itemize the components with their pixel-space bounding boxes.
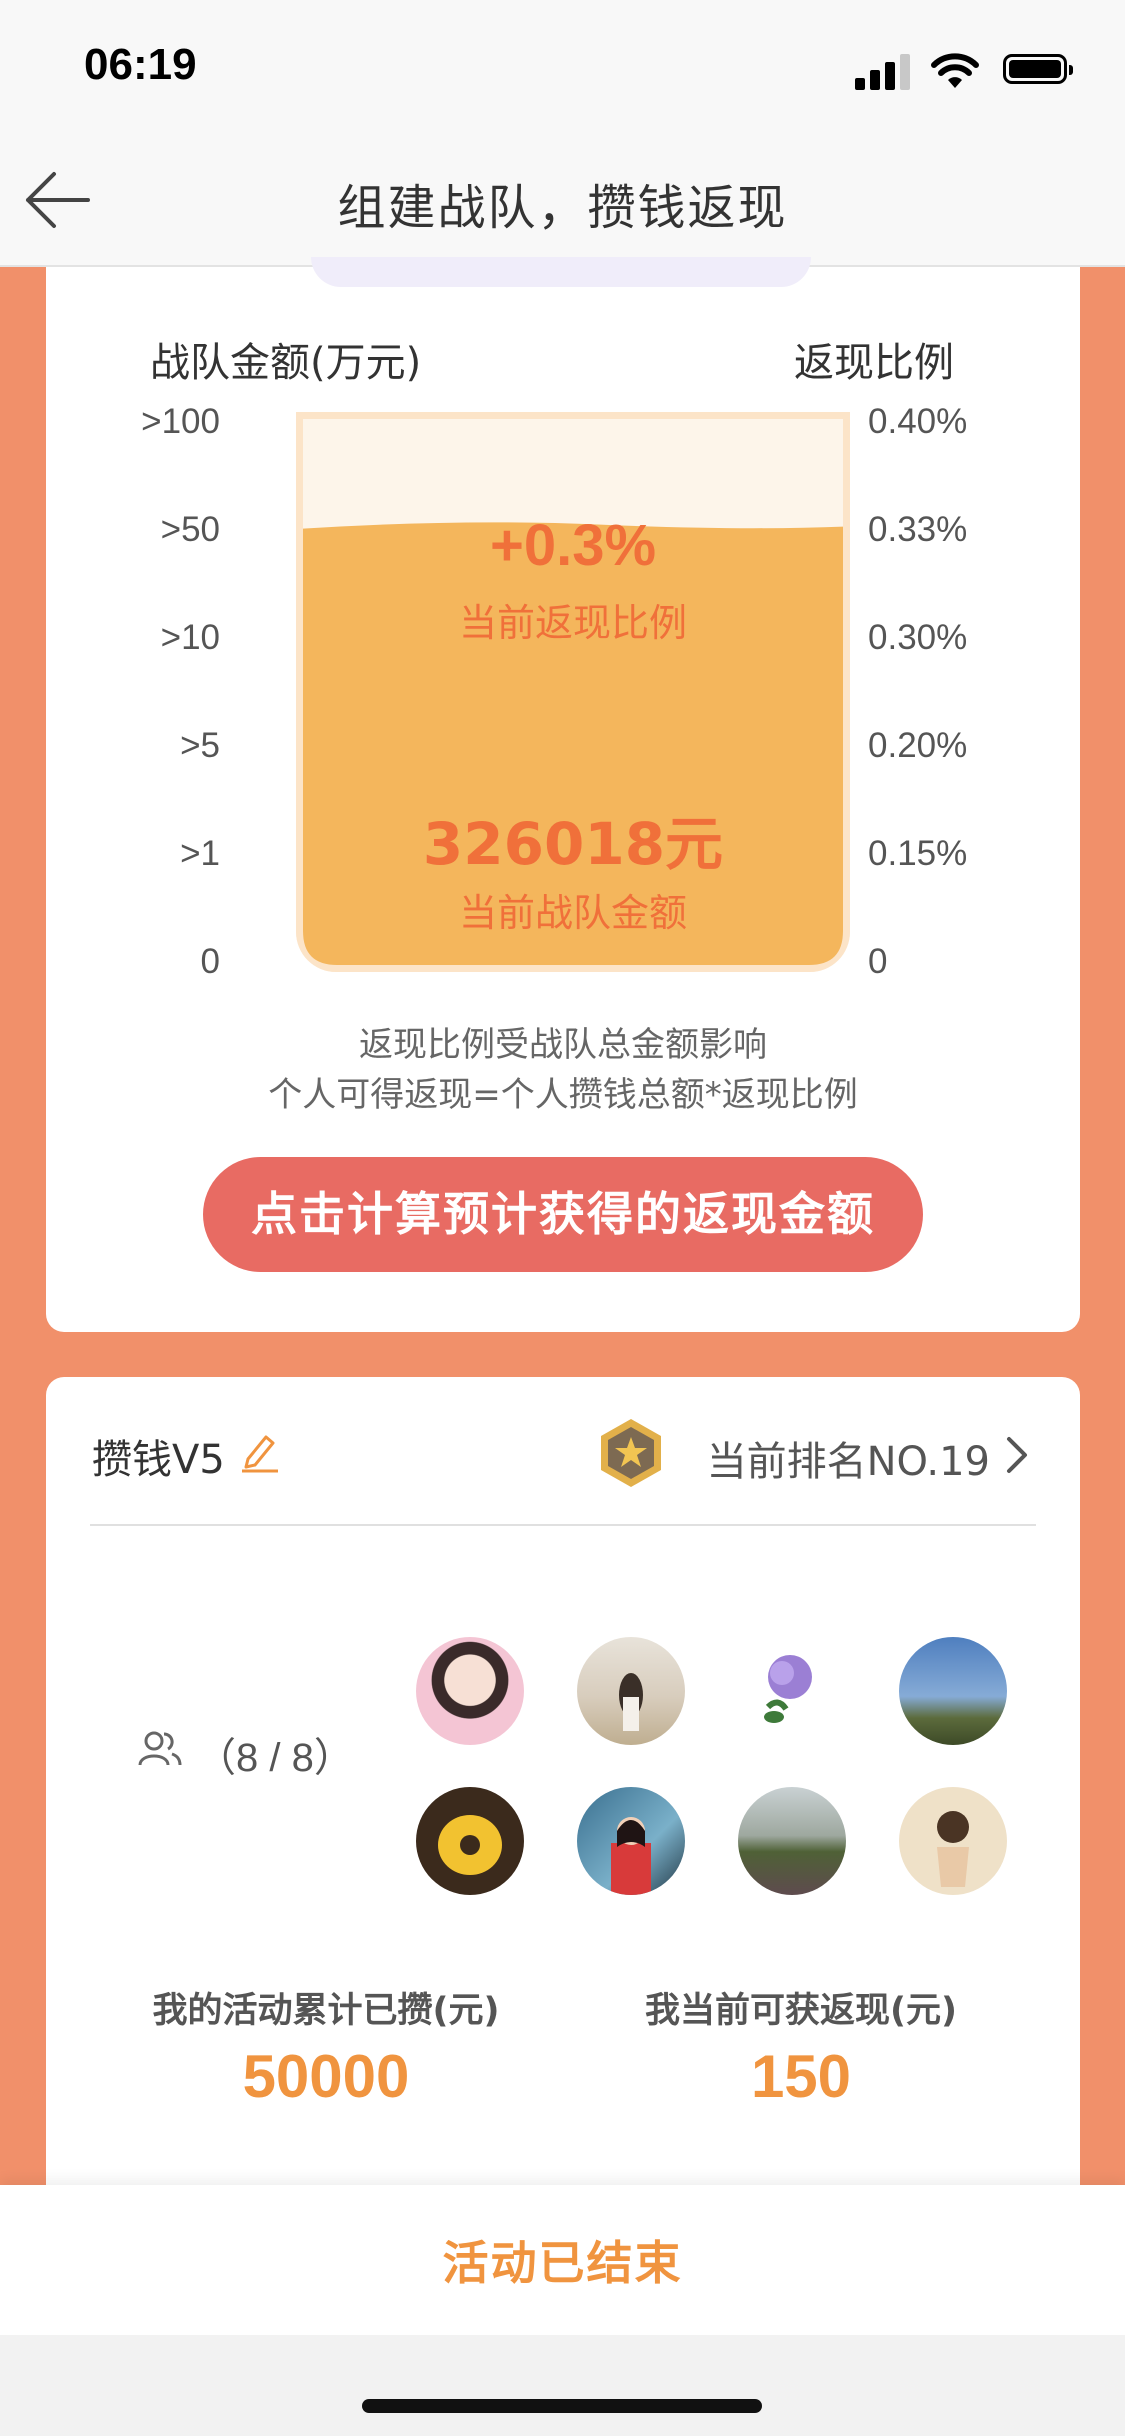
current-amount-value: 326018元: [422, 810, 724, 878]
status-bar: 06:19: [0, 0, 1125, 140]
member-avatar[interactable]: [416, 1787, 524, 1895]
note-line-2: 个人可得返现=个人攒钱总额*返现比例: [268, 1075, 858, 1115]
member-avatar[interactable]: [899, 1637, 1007, 1745]
rank-badge-icon: [601, 1419, 661, 1487]
left-tick: >10: [160, 618, 220, 657]
member-avatar[interactable]: [577, 1637, 685, 1745]
current-rate-label: 当前返现比例: [458, 601, 687, 645]
member-avatar[interactable]: [577, 1787, 685, 1895]
cashback-available-label: 我当前可获返现(元): [645, 1991, 957, 2031]
members-icon: [138, 1731, 182, 1766]
battery-icon: [1003, 54, 1073, 84]
right-tick: 0.33%: [868, 510, 968, 549]
right-tick: 0: [868, 942, 888, 981]
team-name: 攒钱V5: [92, 1437, 225, 1483]
rank-text: 当前排名NO.19: [706, 1439, 990, 1485]
edit-pencil-icon[interactable]: [240, 1429, 280, 1473]
member-avatar[interactable]: [738, 1637, 846, 1745]
status-time: 06:19: [84, 40, 197, 89]
left-tick: >100: [141, 402, 220, 441]
rank-link[interactable]: 当前排名NO.19: [570, 1417, 1030, 1487]
left-tick: >50: [160, 510, 220, 549]
member-avatar[interactable]: [416, 1637, 524, 1745]
calculate-cashback-button[interactable]: 点击计算预计获得的返现金额: [203, 1157, 923, 1272]
signal-icon: [855, 50, 915, 90]
saved-total-label: 我的活动累计已攒(元): [152, 1991, 500, 2031]
right-tick: 0.15%: [868, 834, 968, 873]
cashback-available-value: 150: [750, 2043, 852, 2110]
chevron-right-icon: [1007, 1437, 1027, 1473]
page-title: 组建战队，攒钱返现: [337, 180, 788, 236]
home-indicator[interactable]: [362, 2399, 762, 2413]
left-tick: 0: [200, 942, 220, 981]
beaker-gauge: +0.3% 当前返现比例 326018元 当前战队金额: [296, 412, 850, 972]
nav-bar: 组建战队，攒钱返现: [0, 140, 1125, 267]
left-tick: >1: [180, 834, 220, 873]
current-rate-value: +0.3%: [489, 513, 657, 578]
saved-total-value: 50000: [242, 2043, 410, 2110]
team-amount-label: 战队金额(万元): [150, 340, 422, 386]
cashback-card: 战队金额(万元) 返现比例 >100 >50 >10 >5 >1 0 0.40%…: [46, 257, 1080, 1332]
current-amount-label: 当前战队金额: [458, 891, 687, 935]
right-tick: 0.30%: [868, 618, 968, 657]
cashback-ratio-label: 返现比例: [794, 340, 954, 386]
note-line-1: 返现比例受战队总金额影响: [359, 1025, 767, 1065]
left-tick: >5: [180, 726, 220, 765]
bottom-bar: 活动已结束: [0, 2185, 1125, 2335]
activity-ended-label: 活动已结束: [442, 2236, 683, 2290]
divider: [90, 1524, 1036, 1526]
right-tick: 0.40%: [868, 402, 968, 441]
right-tick: 0.20%: [868, 726, 968, 765]
top-pill: [311, 257, 811, 287]
home-area: [0, 2335, 1125, 2436]
member-avatar[interactable]: [899, 1787, 1007, 1895]
wifi-icon: [931, 53, 979, 88]
members-count: （8 / 8）: [196, 1736, 354, 1780]
member-avatar[interactable]: [738, 1787, 846, 1895]
